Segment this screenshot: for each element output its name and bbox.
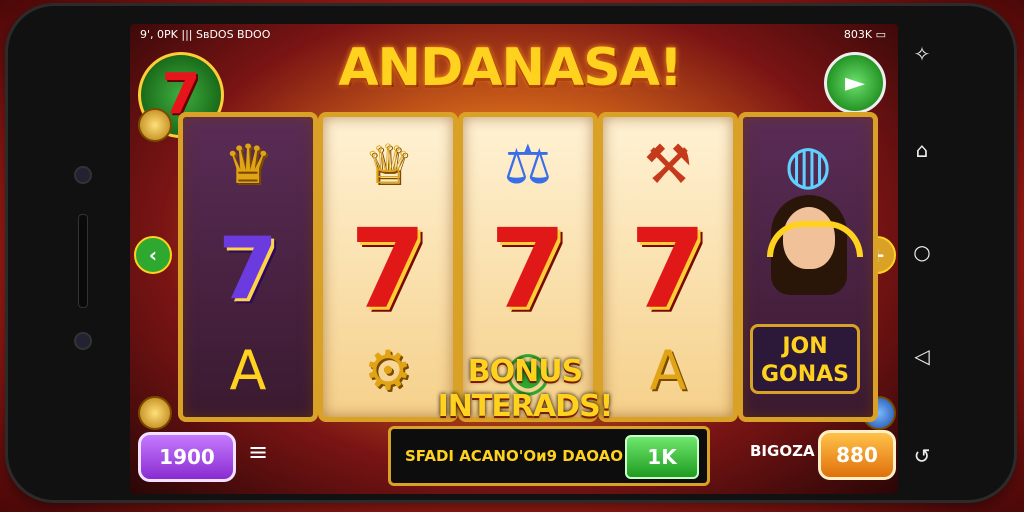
- reel-1: ♛ 7 A: [178, 112, 318, 422]
- game-title: ANDANASA!: [338, 38, 682, 98]
- credits-label: BIGOZA: [750, 442, 815, 460]
- menu-icon[interactable]: ≡: [248, 440, 272, 464]
- reel-symbol: 7: [218, 219, 278, 319]
- control-bar: 1900 ≡ SFADI ACANO'Oи9 DAOAO 1K BIGOZA 8…: [130, 422, 898, 494]
- status-left: 9', 0PK ||| SвDOS BDOO: [140, 28, 271, 41]
- status-right: 803K ▭: [843, 28, 886, 41]
- rotate-icon[interactable]: ✧: [910, 42, 934, 66]
- recent-apps-icon[interactable]: ↺: [910, 444, 934, 468]
- prev-arrow-button[interactable]: ‹: [134, 236, 172, 274]
- back-icon[interactable]: ◁: [910, 344, 934, 368]
- bonus-banner: BONUS INTERADS!: [437, 354, 614, 424]
- home-icon[interactable]: ⌂: [910, 138, 934, 162]
- play-button[interactable]: ►: [824, 52, 886, 114]
- message-bar: SFADI ACANO'Oи9 DAOAO 1K: [388, 426, 710, 486]
- character-girl: [761, 187, 863, 307]
- reel-symbol: ⚖: [503, 133, 553, 196]
- reel-symbol: 7: [489, 205, 567, 333]
- reel-symbol: ⚒: [643, 133, 693, 196]
- game-screen: 9', 0PK ||| SвDOS BDOO 803K ▭ 7 ANDANASA…: [130, 24, 898, 494]
- play-icon: ►: [845, 68, 865, 98]
- join-bonus-badge[interactable]: JON GONAS: [750, 324, 860, 394]
- message-text: SFADI ACANO'Oи9 DAOAO: [405, 447, 624, 465]
- bet-button[interactable]: 1900: [138, 432, 236, 482]
- credits-button[interactable]: 880: [818, 430, 896, 480]
- sensor: [74, 332, 92, 350]
- reel-symbol: ♕: [363, 133, 413, 196]
- speaker-slot: [78, 214, 88, 308]
- reel-symbol: 7: [349, 205, 427, 333]
- reel-symbol: ♛: [223, 133, 273, 196]
- reel-symbol: A: [229, 339, 267, 402]
- android-nav-bar: ✧ ⌂ ○ ◁ ↺: [902, 26, 942, 476]
- circle-home-icon[interactable]: ○: [910, 240, 934, 264]
- phone-frame: 9', 0PK ||| SвDOS BDOO 803K ▭ 7 ANDANASA…: [8, 6, 1014, 500]
- ok-button[interactable]: 1K: [625, 435, 699, 479]
- front-camera: [74, 166, 92, 184]
- coin-icon: [138, 108, 172, 142]
- reel-symbol: 7: [629, 205, 707, 333]
